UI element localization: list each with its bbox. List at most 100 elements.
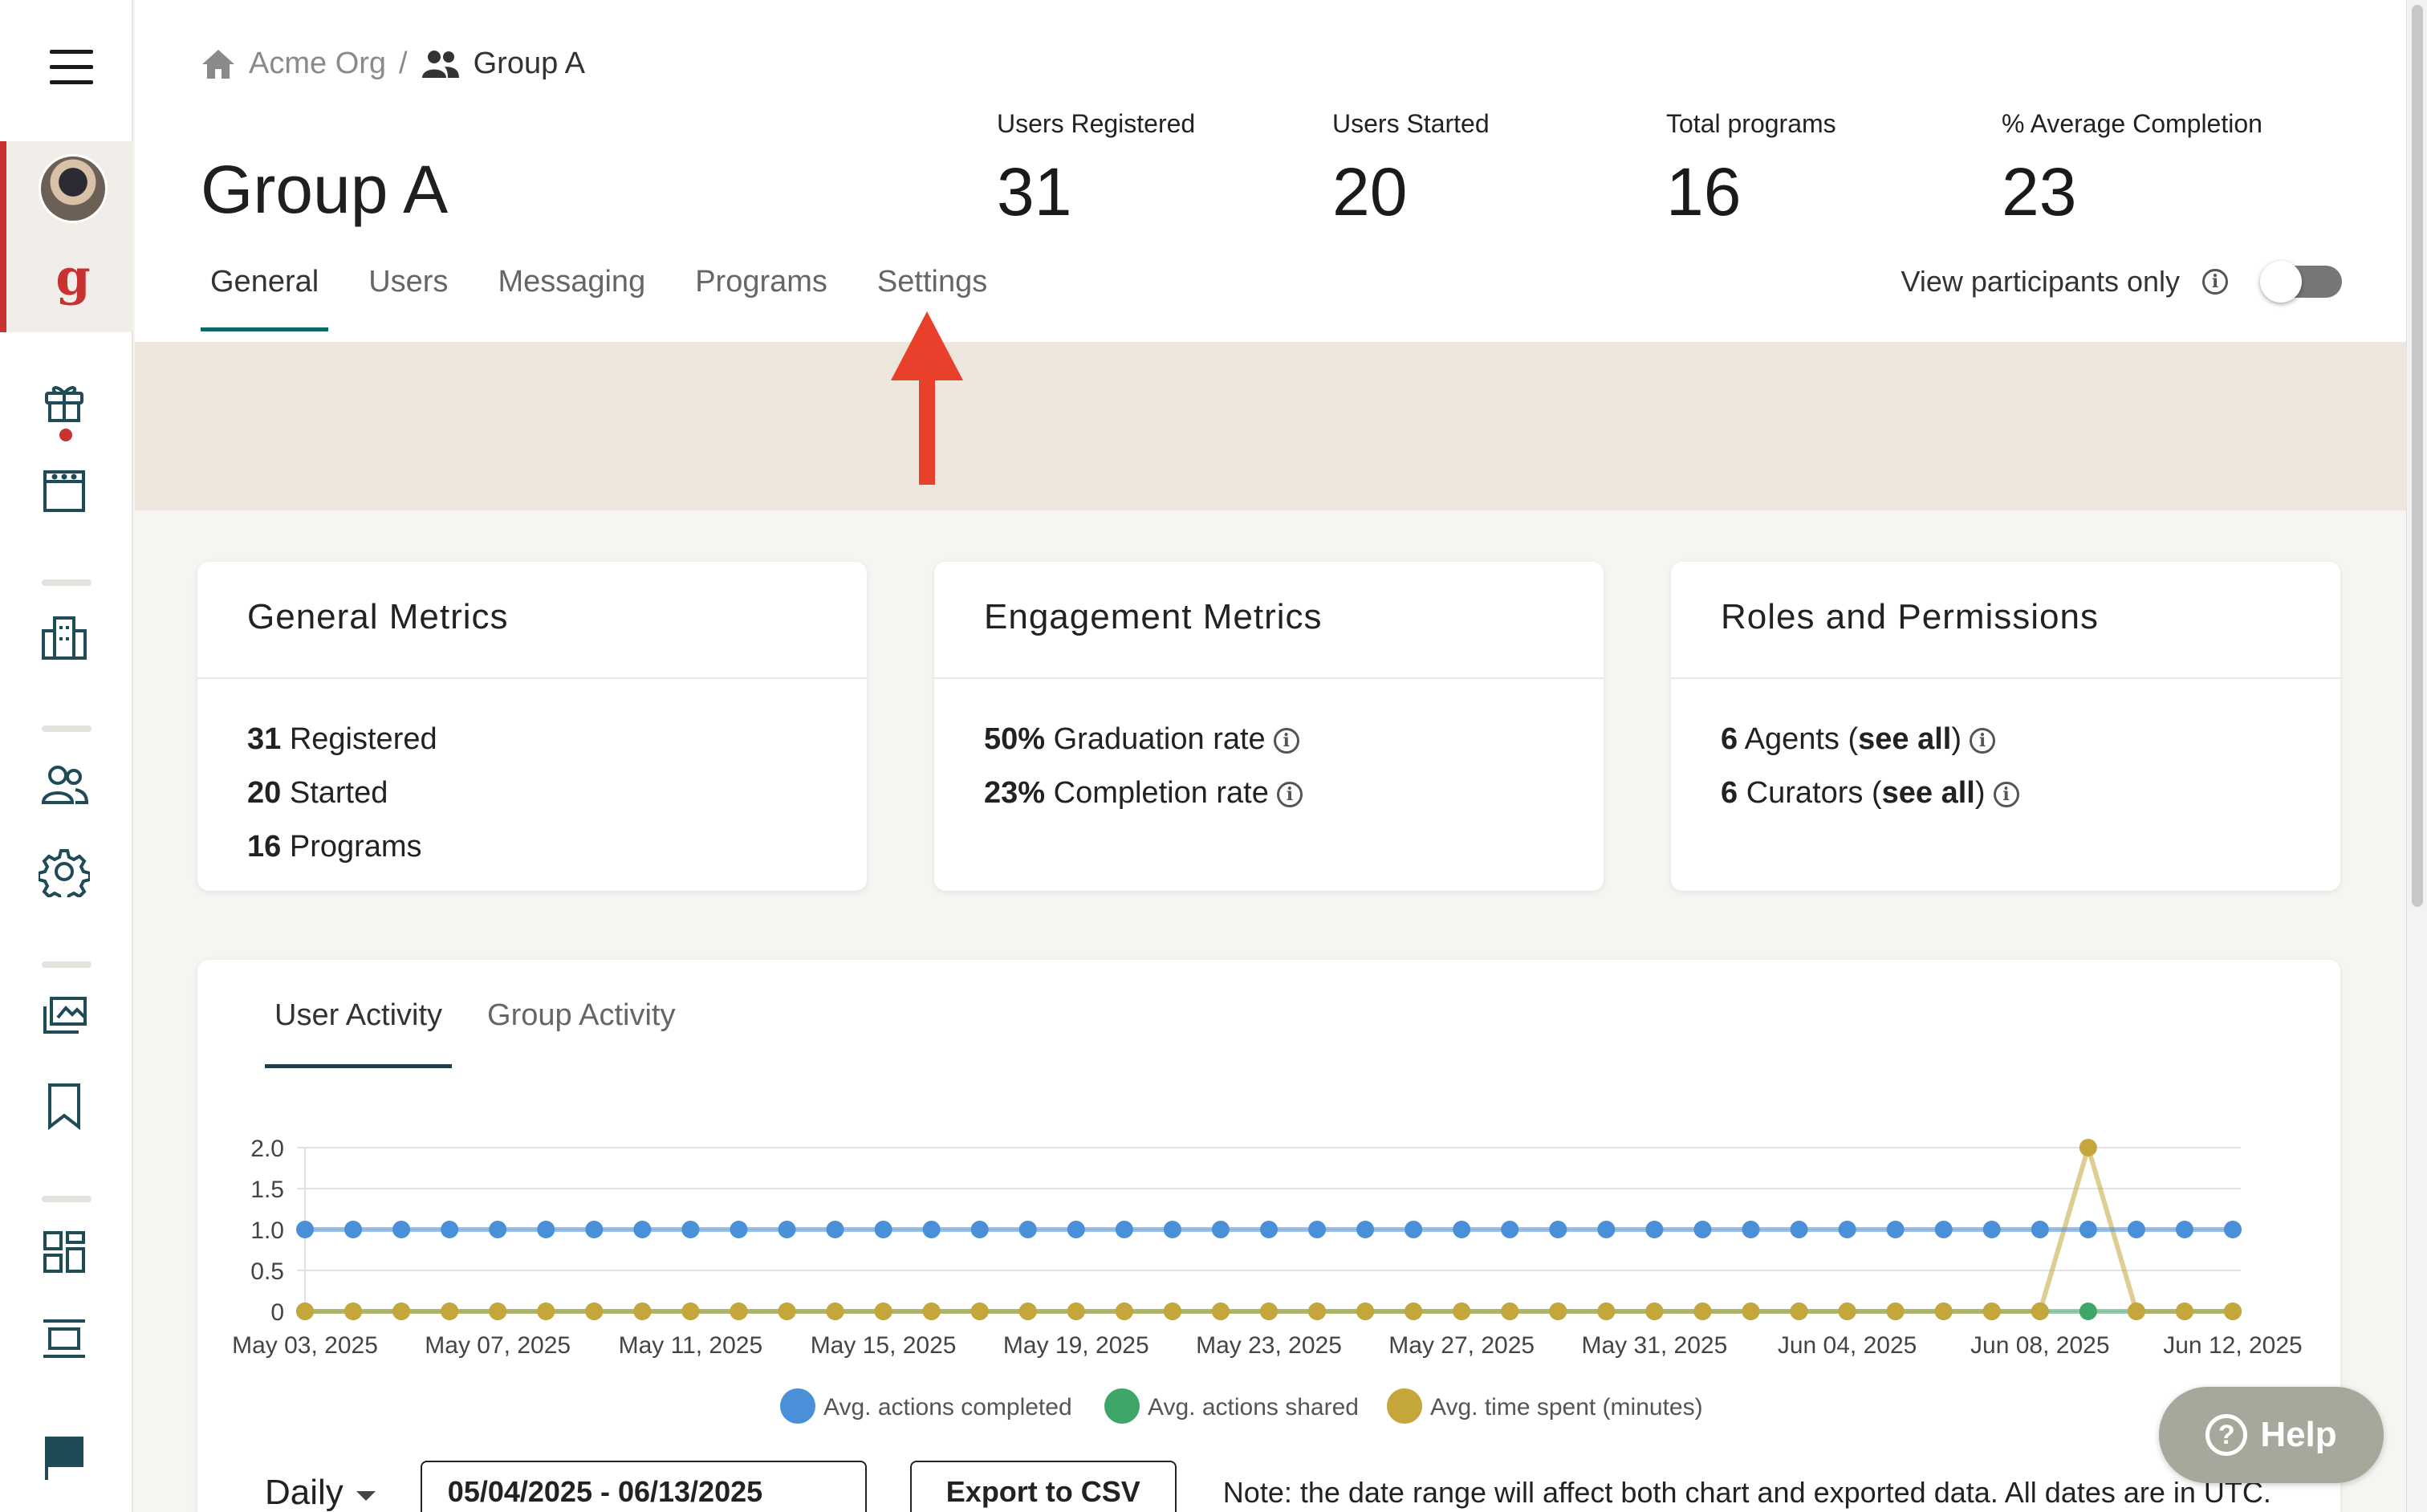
data-point: [1115, 1221, 1133, 1238]
layout-icon[interactable]: [39, 1313, 90, 1364]
data-point: [1645, 1303, 1664, 1320]
dashboard-icon[interactable]: [39, 1226, 90, 1278]
data-point: [1260, 1303, 1278, 1320]
tab-user-activity[interactable]: User Activity: [265, 998, 453, 1068]
interval-select[interactable]: Daily: [265, 1473, 376, 1512]
data-point: [1934, 1303, 1953, 1320]
engagement-metrics-card: Engagement Metrics 50% Graduation rate i …: [934, 562, 1604, 891]
data-point: [1982, 1303, 2001, 1320]
data-point: [922, 1221, 941, 1238]
data-point: [1549, 1303, 1567, 1320]
date-range-note: Note: the date range will affect both ch…: [1222, 1476, 2271, 1509]
help-button[interactable]: ? Help: [2159, 1387, 2384, 1483]
tab-general[interactable]: General: [201, 265, 329, 331]
info-icon[interactable]: i: [1273, 727, 1299, 754]
data-point: [1453, 1303, 1471, 1320]
stat-value: 20: [1332, 154, 1408, 230]
scrollbar[interactable]: [2406, 0, 2427, 1512]
tab-users[interactable]: Users: [359, 265, 457, 331]
participants-toggle-label: View participants only: [1901, 265, 2180, 298]
data-point: [1211, 1221, 1230, 1238]
data-point: [1742, 1303, 1760, 1320]
data-point: [730, 1303, 748, 1320]
rail-divider: [42, 1196, 91, 1202]
interval-value: Daily: [265, 1473, 344, 1512]
data-point: [1260, 1221, 1278, 1238]
metric-row: 20 Started: [247, 776, 388, 810]
card-body: 6 Agents (see all) i 6 Curators (see all)…: [1671, 679, 2340, 854]
stat-users-registered: Users Registered 31: [997, 109, 1195, 231]
x-tick-label: May 03, 2025: [232, 1332, 378, 1359]
info-icon[interactable]: i: [1276, 781, 1303, 807]
info-icon[interactable]: i: [2202, 269, 2228, 295]
legend-marker: [1387, 1388, 1422, 1424]
date-range-input[interactable]: 05/04/2025 - 06/13/2025: [420, 1461, 867, 1512]
data-point: [2127, 1221, 2145, 1238]
gift-icon[interactable]: [39, 376, 90, 427]
tab-programs[interactable]: Programs: [685, 265, 837, 331]
legend-marker: [780, 1388, 815, 1424]
buildings-icon[interactable]: [39, 612, 90, 663]
data-point: [1742, 1221, 1760, 1238]
data-point: [441, 1221, 459, 1238]
legend-marker: [1104, 1388, 1140, 1424]
export-csv-button[interactable]: Export to CSV: [909, 1461, 1177, 1512]
data-point: [778, 1303, 796, 1320]
group-icon: [421, 50, 459, 78]
flag-icon[interactable]: [39, 1432, 90, 1483]
x-tick-label: Jun 08, 2025: [1970, 1332, 2109, 1359]
data-point: [1693, 1221, 1712, 1238]
users-icon[interactable]: [39, 759, 90, 811]
activity-panel: User Activity Group Activity 2.0 1.5 1.0 0.…: [197, 960, 2340, 1512]
avatar[interactable]: [39, 154, 108, 223]
stat-label: Total programs: [1666, 109, 1836, 138]
bookmark-icon[interactable]: [39, 1080, 90, 1132]
breadcrumb-org[interactable]: Acme Org: [249, 47, 386, 81]
calendar-icon[interactable]: [39, 465, 90, 517]
y-tick-label: 2.0: [250, 1136, 284, 1162]
participants-toggle[interactable]: [2260, 261, 2342, 303]
tab-group-activity[interactable]: Group Activity: [478, 998, 685, 1068]
x-tick-label: May 31, 2025: [1582, 1332, 1728, 1359]
x-tick-label: May 11, 2025: [619, 1332, 763, 1359]
stat-label: Users Started: [1332, 109, 1490, 138]
data-point: [1453, 1221, 1471, 1238]
participants-toggle-row: View participants only i: [1901, 261, 2342, 303]
roles-permissions-card: Roles and Permissions 6 Agents (see all)…: [1671, 562, 2340, 891]
home-icon[interactable]: [201, 48, 236, 80]
stat-value: 31: [997, 154, 1072, 230]
x-tick-label: May 07, 2025: [425, 1332, 571, 1359]
data-point: [2175, 1221, 2193, 1238]
card-title: General Metrics: [197, 562, 867, 679]
org-switcher[interactable]: g: [0, 141, 133, 332]
data-point: [1067, 1221, 1085, 1238]
see-all-agents-link[interactable]: see all: [1858, 722, 1951, 756]
data-point: [970, 1221, 989, 1238]
info-icon[interactable]: i: [1993, 781, 2019, 807]
y-tick-label: 0: [270, 1299, 284, 1326]
see-all-curators-link[interactable]: see all: [1882, 776, 1975, 810]
card-body: 31 Registered 20 Started 16 Programs: [197, 679, 867, 908]
page-title: Group A: [201, 152, 449, 227]
scrollbar-thumb[interactable]: [2412, 5, 2423, 907]
data-point: [1405, 1303, 1423, 1320]
data-point: [1018, 1221, 1037, 1238]
data-point: [585, 1303, 604, 1320]
data-point: [2079, 1303, 2097, 1320]
tab-messaging[interactable]: Messaging: [488, 265, 655, 331]
data-point: [1790, 1221, 1808, 1238]
library-icon[interactable]: [39, 992, 90, 1043]
data-point: [1501, 1303, 1519, 1320]
menu-icon[interactable]: [50, 50, 93, 85]
data-point: [2079, 1139, 2097, 1156]
toggle-knob: [2260, 261, 2302, 303]
info-icon[interactable]: i: [1970, 727, 1996, 754]
data-point: [1934, 1221, 1953, 1238]
x-tick-label: Jun 12, 2025: [2163, 1332, 2302, 1359]
data-point: [1597, 1221, 1616, 1238]
metric-row: 6 Agents (see all) i: [1721, 713, 2291, 766]
general-metrics-card: General Metrics 31 Registered 20 Started…: [197, 562, 867, 891]
breadcrumb-group: Group A: [473, 47, 586, 80]
data-point: [1790, 1303, 1808, 1320]
gear-icon[interactable]: [39, 846, 90, 897]
